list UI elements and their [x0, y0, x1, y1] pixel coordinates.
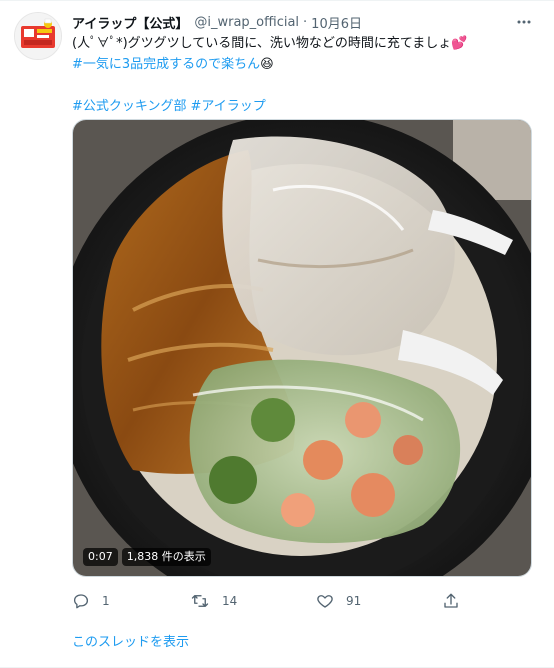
- video-duration: 0:07: [83, 548, 118, 566]
- reply-icon: [73, 594, 89, 609]
- laughing-emoji-icon: 😆: [260, 57, 274, 72]
- tweet-text: (人ﾟ∀ﾟ*)グツグツしている間に、洗い物などの時間に充てましょ💕 #一気に3品…: [72, 33, 540, 117]
- share-button[interactable]: [442, 590, 460, 612]
- video-player[interactable]: 0:07 1,838 件の表示: [72, 119, 532, 577]
- hashtag-link[interactable]: #一気に3品完成するので楽ちん: [72, 57, 260, 72]
- divider: [0, 0, 554, 1]
- user-handle[interactable]: @i_wrap_official: [194, 15, 299, 30]
- i-wrap-logo-icon: [15, 13, 61, 59]
- tweet-header: アイラップ【公式】 @i_wrap_official · 10月6日: [72, 12, 362, 32]
- reply-count: 1: [102, 594, 110, 608]
- video-views[interactable]: 1,838 件の表示: [121, 548, 211, 566]
- tweet-text-line: (人ﾟ∀ﾟ*)グツグツしている間に、洗い物などの時間に充てましょ💕: [72, 36, 468, 51]
- tweet-date[interactable]: 10月6日: [311, 13, 362, 32]
- hashtag-link[interactable]: #公式クッキング部: [72, 99, 187, 114]
- retweet-count: 14: [222, 594, 238, 608]
- more-button[interactable]: [512, 12, 536, 32]
- retweet-icon: [191, 595, 209, 607]
- video-badges: 0:07 1,838 件の表示: [83, 548, 211, 566]
- show-thread-link[interactable]: このスレッドを表示: [72, 631, 189, 650]
- tweet[interactable]: アイラップ【公式】 @i_wrap_official · 10月6日 (人ﾟ∀ﾟ…: [0, 0, 554, 668]
- retweet-button[interactable]: 14: [190, 590, 237, 612]
- tweet-text-line: #公式クッキング部 #アイラップ: [72, 96, 540, 117]
- hashtag-link[interactable]: #アイラップ: [191, 99, 266, 114]
- display-name[interactable]: アイラップ【公式】: [72, 13, 188, 32]
- video-thumbnail: [73, 120, 531, 576]
- tweet-text-line: #一気に3品完成するので楽ちん😆: [72, 54, 540, 75]
- reply-button[interactable]: 1: [72, 590, 110, 612]
- action-bar: 1 14 91: [72, 590, 492, 612]
- heart-icon: [317, 595, 333, 608]
- share-icon: [444, 593, 458, 608]
- like-button[interactable]: 91: [316, 590, 361, 612]
- like-count: 91: [346, 594, 362, 608]
- avatar[interactable]: [14, 12, 62, 60]
- more-dots-icon: [517, 20, 531, 24]
- separator-dot: ·: [303, 14, 308, 30]
